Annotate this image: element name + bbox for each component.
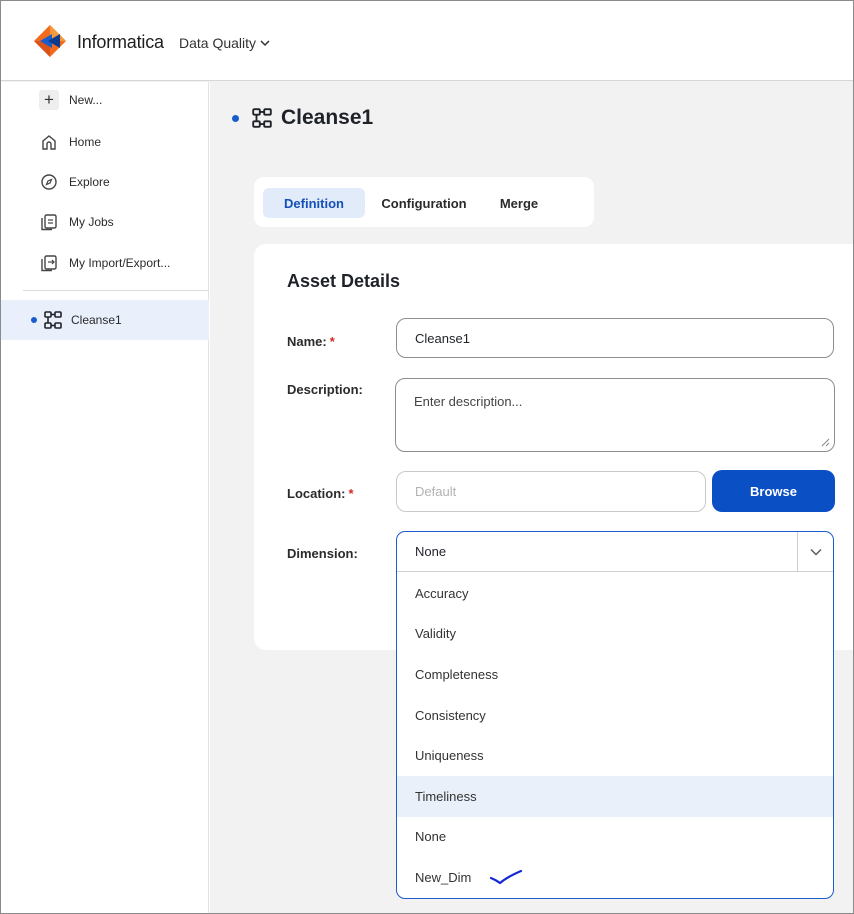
dimension-label: Dimension: xyxy=(287,546,358,561)
description-field[interactable]: Enter description... xyxy=(395,378,835,452)
top-bar: Informatica Data Quality xyxy=(1,1,853,81)
sidebar-item-new[interactable]: + New... xyxy=(39,89,102,111)
compass-icon xyxy=(41,174,57,190)
sidebar: + New... Home Explore My Jobs My Import/… xyxy=(1,82,209,913)
dimension-select[interactable]: None xyxy=(397,532,833,572)
location-label: Location: * xyxy=(287,486,354,501)
dropdown-toggle[interactable] xyxy=(797,532,833,572)
mapplet-icon xyxy=(44,311,62,329)
dimension-option-uniqueness[interactable]: Uniqueness xyxy=(397,735,833,776)
dimension-dropdown: None Accuracy Validity Completeness Cons… xyxy=(396,531,834,899)
sidebar-divider xyxy=(23,290,209,291)
jobs-icon xyxy=(41,214,57,231)
sidebar-item-label: Explore xyxy=(69,175,110,189)
dimension-option-validity[interactable]: Validity xyxy=(397,614,833,655)
import-export-icon xyxy=(41,255,57,272)
product-name: Data Quality xyxy=(179,35,257,51)
sidebar-item-label: New... xyxy=(69,93,103,107)
page-title-row: Cleanse1 xyxy=(232,106,373,130)
sidebar-item-label: My Import/Export... xyxy=(69,256,171,270)
resize-handle-icon[interactable] xyxy=(820,437,830,447)
unsaved-dot-icon xyxy=(31,317,37,323)
mapplet-icon xyxy=(252,108,272,128)
dimension-option-none[interactable]: None xyxy=(397,817,833,858)
sidebar-item-cleanse1[interactable]: Cleanse1 xyxy=(1,300,209,340)
plus-icon: + xyxy=(39,90,59,110)
dimension-option-completeness[interactable]: Completeness xyxy=(397,654,833,695)
description-placeholder: Enter description... xyxy=(414,394,523,409)
sidebar-item-explore[interactable]: Explore xyxy=(39,171,110,193)
dimension-option-timeliness[interactable]: Timeliness xyxy=(397,775,833,817)
dimension-options-list: Accuracy Validity Completeness Consisten… xyxy=(397,573,833,898)
sidebar-item-my-jobs[interactable]: My Jobs xyxy=(39,211,114,233)
sidebar-item-label: My Jobs xyxy=(69,215,114,229)
sidebar-item-label: Home xyxy=(69,135,102,149)
home-icon xyxy=(42,135,56,150)
dimension-option-new-dim[interactable]: New_Dim xyxy=(397,857,833,898)
name-label-text: Name: xyxy=(287,334,327,349)
location-field[interactable]: Default xyxy=(396,471,706,512)
name-label: Name: * xyxy=(287,334,335,349)
browse-button[interactable]: Browse xyxy=(712,470,835,512)
product-switcher[interactable]: Data Quality xyxy=(179,35,270,51)
page-title: Cleanse1 xyxy=(281,106,374,129)
chevron-down-icon xyxy=(810,549,821,556)
location-label-text: Location: xyxy=(287,486,346,501)
tab-bar: Definition Configuration Merge xyxy=(254,177,594,227)
unsaved-dot-icon xyxy=(232,114,239,122)
chevron-down-icon xyxy=(260,40,270,47)
brand-name: Informatica xyxy=(77,32,164,52)
sidebar-item-label: Cleanse1 xyxy=(71,313,122,327)
tab-definition[interactable]: Definition xyxy=(263,188,365,218)
tab-configuration[interactable]: Configuration xyxy=(370,188,478,218)
sidebar-item-home[interactable]: Home xyxy=(39,131,101,153)
informatica-logo-icon xyxy=(34,25,66,57)
name-field[interactable]: Cleanse1 xyxy=(396,318,834,358)
app-window: Informatica Data Quality + New... Home E… xyxy=(0,0,854,914)
description-label: Description: xyxy=(287,382,363,397)
card-title: Asset Details xyxy=(287,271,401,291)
tab-merge[interactable]: Merge xyxy=(486,188,552,218)
sidebar-item-import-export[interactable]: My Import/Export... xyxy=(39,252,170,274)
dimension-option-consistency[interactable]: Consistency xyxy=(397,695,833,736)
checkmark-annotation-icon xyxy=(490,870,523,885)
required-mark: * xyxy=(329,334,335,349)
dimension-selected-value: None xyxy=(415,544,447,559)
dimension-option-label: New_Dim xyxy=(415,869,472,885)
dimension-option-accuracy[interactable]: Accuracy xyxy=(397,573,833,614)
required-mark: * xyxy=(348,486,354,501)
